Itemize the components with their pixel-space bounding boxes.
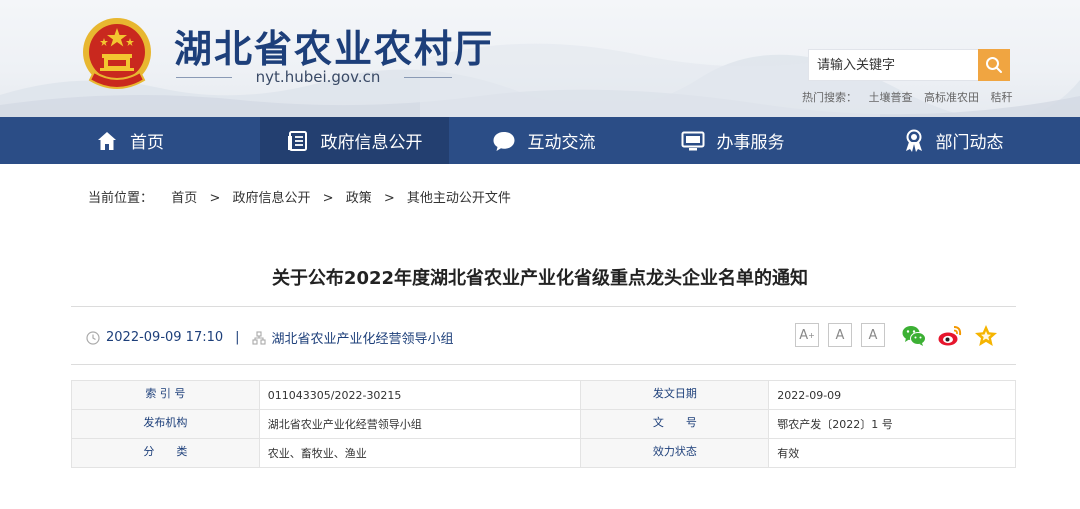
favorite-star-icon[interactable] — [973, 323, 999, 349]
index-number-label: 索 引 号 — [71, 380, 260, 410]
nav-item-home[interactable]: 首页 — [0, 117, 260, 164]
document-icon — [287, 130, 307, 151]
breadcrumb-separator: > — [383, 191, 395, 206]
hot-search-keyword[interactable]: 土壤普查 — [869, 91, 913, 104]
breadcrumb-separator: > — [322, 191, 334, 206]
site-domain: nyt.hubei.gov.cn — [255, 68, 381, 86]
nav-item-department-news[interactable]: 部门动态 — [827, 117, 1080, 164]
site-domain-line: nyt.hubei.gov.cn — [176, 68, 456, 86]
index-number-value: 011043305/2022-30215 — [258, 380, 582, 410]
nav-item-label: 办事服务 — [716, 133, 785, 153]
publisher-value: 湖北省农业产业化经营领导小组 — [258, 409, 582, 439]
font-increase-button[interactable]: A + — [795, 323, 819, 347]
issue-date-label: 发文日期 — [580, 380, 770, 410]
title-divider — [71, 306, 1016, 307]
breadcrumb-separator: > — [209, 191, 221, 206]
search-input[interactable] — [809, 50, 979, 80]
breadcrumb-item-other-files[interactable]: 其他主动公开文件 — [407, 191, 511, 206]
document-info-table: 索 引 号 011043305/2022-30215 发文日期 2022-09-… — [71, 380, 1016, 468]
breadcrumb-label: 当前位置： — [88, 191, 154, 206]
meta-divider — [71, 364, 1016, 365]
weibo-icon[interactable] — [937, 323, 963, 349]
search-icon — [986, 57, 1002, 73]
hot-search: 热门搜索： 土壤普查 高标准农田 秸秆 — [802, 89, 1021, 105]
article-meta: 2022-09-09 17:10 | 湖北省农业产业化经营领导小组 — [86, 328, 454, 347]
hot-search-label: 热门搜索： — [802, 91, 857, 104]
breadcrumb-item-policy[interactable]: 政策 — [346, 191, 372, 206]
organization-icon — [251, 330, 266, 345]
award-ribbon-icon — [905, 129, 922, 152]
clock-icon — [86, 330, 100, 345]
monitor-icon — [681, 131, 704, 150]
publisher-label: 发布机构 — [71, 409, 260, 439]
national-emblem-icon — [83, 18, 151, 89]
wechat-icon[interactable] — [901, 323, 927, 349]
hot-search-keyword[interactable]: 秸秆 — [991, 91, 1013, 104]
font-default-button[interactable]: A — [828, 323, 852, 347]
site-title: 湖北省农业农村厅 — [174, 26, 495, 71]
meta-separator: | — [235, 330, 240, 345]
breadcrumb: 当前位置： 首页 > 政府信息公开 > 政策 > 其他主动公开文件 — [88, 187, 511, 206]
table-row: 分 类 农业、畜牧业、渔业 效力状态 有效 — [71, 438, 1016, 468]
document-number-value: 鄂农产发〔2022〕1 号 — [768, 409, 1016, 439]
nav-item-gov-info[interactable]: 政府信息公开 — [260, 117, 449, 164]
breadcrumb-item-home[interactable]: 首页 — [171, 191, 197, 206]
hot-search-keyword[interactable]: 高标准农田 — [924, 91, 979, 104]
issue-date-value: 2022-09-09 — [768, 380, 1016, 410]
share-bar — [901, 323, 1009, 349]
validity-status-value: 有效 — [768, 438, 1016, 468]
nav-item-label: 互动交流 — [527, 133, 596, 153]
chat-bubble-icon — [493, 131, 514, 151]
nav-item-label: 首页 — [130, 133, 164, 153]
breadcrumb-item-gov-info[interactable]: 政府信息公开 — [233, 191, 311, 206]
main-nav: 首页 政府信息公开 互动交流 办事服务 部门动态 — [0, 117, 1080, 164]
font-size-controls: A + A A — [795, 323, 894, 347]
table-row: 发布机构 湖北省农业产业化经营领导小组 文 号 鄂农产发〔2022〕1 号 — [71, 409, 1016, 439]
nav-item-label: 部门动态 — [935, 133, 1004, 153]
table-row: 索 引 号 011043305/2022-30215 发文日期 2022-09-… — [71, 380, 1016, 410]
article-source: 湖北省农业产业化经营领导小组 — [271, 332, 454, 347]
category-label: 分 类 — [71, 438, 260, 468]
site-header: 湖北省农业农村厅 nyt.hubei.gov.cn 热门搜索： 土壤普查 高标准… — [0, 0, 1080, 117]
nav-item-interaction[interactable]: 互动交流 — [449, 117, 638, 164]
article-title: 关于公布2022年度湖北省农业产业化省级重点龙头企业名单的通知 — [271, 268, 809, 289]
font-decrease-button[interactable]: A — [861, 323, 885, 347]
nav-item-services[interactable]: 办事服务 — [638, 117, 827, 164]
document-number-label: 文 号 — [580, 409, 770, 439]
publish-datetime: 2022-09-09 17:10 — [106, 330, 224, 345]
home-icon — [98, 131, 116, 150]
search-box — [808, 49, 1010, 81]
validity-status-label: 效力状态 — [580, 438, 770, 468]
category-value: 农业、畜牧业、渔业 — [258, 438, 582, 468]
nav-item-label: 政府信息公开 — [320, 133, 423, 153]
search-button[interactable] — [978, 49, 1010, 81]
